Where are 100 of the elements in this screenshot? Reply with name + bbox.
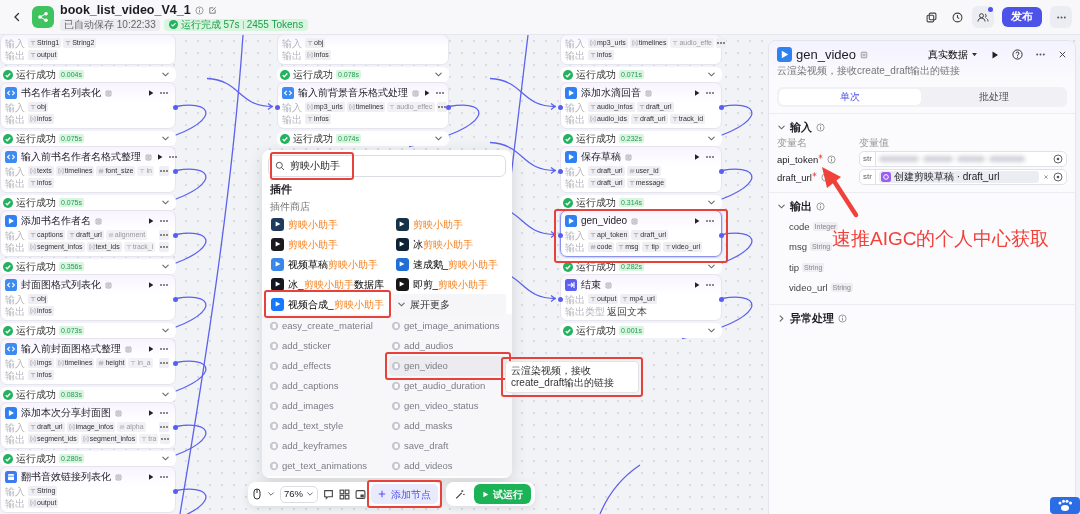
connection-port[interactable] xyxy=(173,233,178,238)
tool-item[interactable]: gen_video_status xyxy=(389,396,507,416)
tool-item[interactable]: easy_create_material xyxy=(267,316,385,336)
clear-icon[interactable] xyxy=(1042,173,1050,181)
connection-port[interactable] xyxy=(558,233,563,238)
value-field[interactable]: str 创建剪映草稿 · draft_url xyxy=(859,169,1067,185)
connection-port[interactable] xyxy=(446,105,451,110)
play-icon[interactable] xyxy=(147,409,155,417)
tool-item[interactable]: add_audios xyxy=(389,336,507,356)
play-icon[interactable] xyxy=(147,89,155,97)
chevron-right-icon[interactable] xyxy=(777,313,786,323)
chevron-down-icon[interactable] xyxy=(161,390,170,399)
plugin-item[interactable]: 速成鹅_剪映小助手 xyxy=(392,254,506,274)
play-icon[interactable] xyxy=(693,89,701,97)
edit-icon[interactable] xyxy=(207,5,217,15)
connection-port[interactable] xyxy=(558,169,563,174)
chevron-down-icon[interactable] xyxy=(161,198,170,207)
connection-port[interactable] xyxy=(173,297,178,302)
connection-port[interactable] xyxy=(173,169,178,174)
tool-item[interactable]: add_sticker xyxy=(267,336,385,356)
connection-port[interactable] xyxy=(719,105,724,110)
value-field[interactable]: str xyxy=(859,151,1067,167)
tool-item[interactable]: add_images xyxy=(267,396,385,416)
chevron-down-icon[interactable] xyxy=(707,70,716,79)
minimap-icon[interactable] xyxy=(355,488,366,500)
chevron-down-icon[interactable] xyxy=(161,326,170,335)
more-button[interactable] xyxy=(159,230,169,240)
tool-item[interactable]: get_image_animations xyxy=(389,316,507,336)
play-icon[interactable] xyxy=(156,153,164,161)
search-field[interactable]: 剪映小助手 xyxy=(268,155,506,177)
play-icon[interactable] xyxy=(693,281,701,289)
plugin-item[interactable]: 视频合成_剪映小助手 xyxy=(268,294,387,314)
chevron-down-icon[interactable] xyxy=(161,70,170,79)
more-button[interactable] xyxy=(159,422,169,432)
connection-port[interactable] xyxy=(275,105,280,110)
connection-port[interactable] xyxy=(173,105,178,110)
mode-tab[interactable]: 批处理 xyxy=(923,89,1065,105)
play-icon[interactable] xyxy=(693,153,701,161)
plugin-item[interactable]: 视频草稿剪映小助手 xyxy=(268,254,387,274)
connection-port[interactable] xyxy=(558,105,563,110)
connection-port[interactable] xyxy=(173,489,178,494)
connection-port[interactable] xyxy=(173,425,178,430)
more-button[interactable] xyxy=(1050,6,1072,28)
plugin-item[interactable]: 冰剪映小助手 xyxy=(392,234,506,254)
chevron-down-icon[interactable] xyxy=(434,134,443,143)
play-icon[interactable] xyxy=(990,49,1000,60)
wand-icon[interactable] xyxy=(454,488,465,500)
chevron-down-icon[interactable] xyxy=(707,326,716,335)
play-icon[interactable] xyxy=(147,281,155,289)
play-icon[interactable] xyxy=(423,89,431,97)
more-button[interactable] xyxy=(159,242,169,252)
tool-item[interactable]: add_videos xyxy=(389,456,507,476)
connection-port[interactable] xyxy=(173,361,178,366)
grid-icon[interactable] xyxy=(339,488,350,500)
info-icon[interactable] xyxy=(816,122,825,132)
chevron-down-icon[interactable] xyxy=(707,134,716,143)
tool-item[interactable]: save_draft xyxy=(389,436,507,456)
more-button[interactable] xyxy=(159,166,169,176)
tool-item[interactable]: add_masks xyxy=(389,416,507,436)
publish-button[interactable]: 发布 xyxy=(1002,7,1042,27)
chevron-down-icon[interactable] xyxy=(161,134,170,143)
tool-item[interactable]: gen_video xyxy=(389,356,507,376)
chevron-down-icon[interactable] xyxy=(267,490,275,498)
close-icon[interactable] xyxy=(1058,50,1067,59)
comment-icon[interactable] xyxy=(323,488,334,500)
chevron-down-icon[interactable] xyxy=(707,262,716,271)
mouse-icon[interactable] xyxy=(252,488,262,500)
connection-port[interactable] xyxy=(719,169,724,174)
help-icon[interactable] xyxy=(1012,49,1023,60)
info-icon[interactable] xyxy=(816,201,825,211)
mode-tab[interactable]: 单次 xyxy=(779,89,921,105)
zoom-select[interactable]: 76% xyxy=(280,485,318,503)
back-icon[interactable] xyxy=(12,12,22,22)
connection-port[interactable] xyxy=(719,297,724,302)
add-node-button[interactable]: 添加节点 xyxy=(371,484,438,504)
play-icon[interactable] xyxy=(147,345,155,353)
chevron-down-icon[interactable] xyxy=(161,262,170,271)
tool-item[interactable]: add_text_style xyxy=(267,416,385,436)
data-source-dropdown[interactable]: 真实数据 xyxy=(928,47,978,62)
connection-port[interactable] xyxy=(719,233,724,238)
plugin-item[interactable]: 即剪_剪映小助手 xyxy=(392,274,506,294)
more-button[interactable] xyxy=(160,434,171,444)
plugin-item[interactable]: 冰_剪映小助手数据库 xyxy=(268,274,387,294)
paw-icon[interactable] xyxy=(1050,497,1080,514)
collaborators-button[interactable] xyxy=(972,6,994,28)
play-icon[interactable] xyxy=(693,217,701,225)
tool-item[interactable]: add_effects xyxy=(267,356,385,376)
more-button[interactable] xyxy=(436,102,447,112)
more-button[interactable] xyxy=(159,358,169,368)
chevron-down-icon[interactable] xyxy=(434,70,443,79)
play-icon[interactable] xyxy=(147,473,155,481)
info-icon[interactable] xyxy=(827,154,837,164)
info-icon[interactable] xyxy=(194,5,204,15)
more-button[interactable] xyxy=(716,38,726,48)
info-icon[interactable] xyxy=(838,313,847,323)
chevron-down-icon[interactable] xyxy=(161,454,170,463)
expand-more-button[interactable]: 展开更多 xyxy=(392,294,506,314)
tool-item[interactable]: get_text_animations xyxy=(267,456,385,476)
tool-item[interactable]: add_keyframes xyxy=(267,436,385,456)
connection-port[interactable] xyxy=(558,297,563,302)
